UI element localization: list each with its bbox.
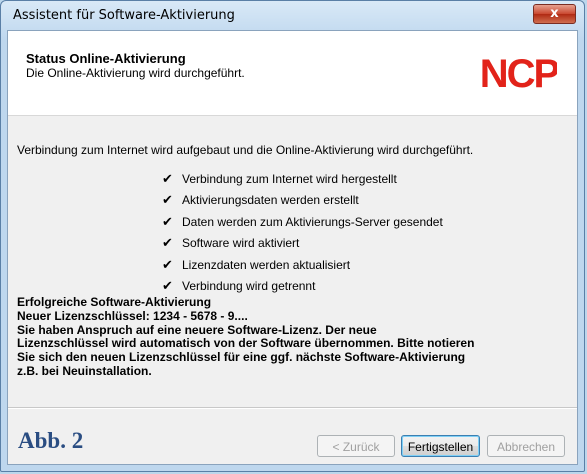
checkmark-icon: ✔ [162, 256, 173, 272]
checklist-item: ✔ Lizenzdaten werden aktualisiert [162, 254, 443, 276]
checklist-label: Aktivierungsdaten werden erstellt [182, 193, 359, 208]
checklist-label: Verbindung zum Internet wird hergestellt [182, 171, 397, 186]
close-icon: x [550, 6, 559, 21]
license-key-line: Neuer Lizenzschlüssel: 1234 - 5678 - 9..… [17, 308, 248, 323]
checkmark-icon: ✔ [162, 235, 173, 251]
checklist-label: Lizenzdaten werden aktualisiert [182, 257, 351, 272]
finish-button[interactable]: Fertigstellen [401, 435, 480, 457]
page-title: Status Online-Aktivierung [26, 51, 186, 66]
back-button[interactable]: < Zurück [317, 435, 395, 457]
figure-caption: Abb. 2 [18, 428, 84, 453]
wizard-content: Verbindung zum Internet wird aufgebaut u… [8, 116, 577, 406]
result-text-line: Sie sich den neuen Lizenzschlüssel für e… [17, 350, 466, 365]
page-subtitle: Die Online-Aktivierung wird durchgeführt… [26, 66, 245, 80]
checklist-item: ✔ Software wird aktiviert [162, 233, 443, 255]
checkmark-icon: ✔ [162, 170, 173, 186]
activation-wizard-window: Assistent für Software-Aktivierung x Sta… [0, 0, 585, 472]
checklist-item: ✔ Verbindung zum Internet wird hergestell… [162, 168, 443, 190]
checklist-label: Daten werden zum Aktivierungs-Server ges… [182, 214, 443, 229]
wizard-header: Status Online-Aktivierung Die Online-Akt… [8, 31, 577, 116]
title-bar[interactable]: Assistent für Software-Aktivierung x [1, 1, 584, 29]
result-text-line: z.B. bei Neuinstallation. [17, 363, 152, 378]
activation-result: Erfolgreiche Software-Aktivierung Neuer … [17, 295, 572, 379]
checklist-item: ✔ Daten werden zum Aktivierungs-Server ge… [162, 211, 443, 233]
result-text-line: Lizenzschlüssel wird automatisch von der… [17, 336, 475, 351]
result-text-line: Sie haben Anspruch auf eine neuere Softw… [17, 322, 377, 337]
checklist-item: ✔ Aktivierungsdaten werden erstellt [162, 190, 443, 212]
result-heading: Erfolgreiche Software-Aktivierung [17, 295, 212, 309]
checkmark-icon: ✔ [162, 192, 173, 208]
checklist-label: Software wird aktiviert [182, 236, 300, 251]
ncp-logo: NCP [481, 52, 557, 93]
footer-divider-highlight [8, 408, 577, 409]
checkmark-icon: ✔ [162, 213, 173, 229]
logo-text: NCP [481, 52, 557, 93]
checklist-item: ✔ Verbindung wird getrennt [162, 276, 443, 298]
checklist-label: Verbindung wird getrennt [182, 279, 316, 294]
cancel-button[interactable]: Abbrechen [487, 435, 565, 457]
wizard-body: Status Online-Aktivierung Die Online-Akt… [7, 30, 578, 465]
checkmark-icon: ✔ [162, 278, 173, 294]
close-button[interactable]: x [533, 4, 576, 24]
progress-checklist: ✔ Verbindung zum Internet wird hergestell… [162, 168, 443, 297]
intro-text: Verbindung zum Internet wird aufgebaut u… [17, 143, 474, 157]
window-title: Assistent für Software-Aktivierung [13, 8, 235, 23]
